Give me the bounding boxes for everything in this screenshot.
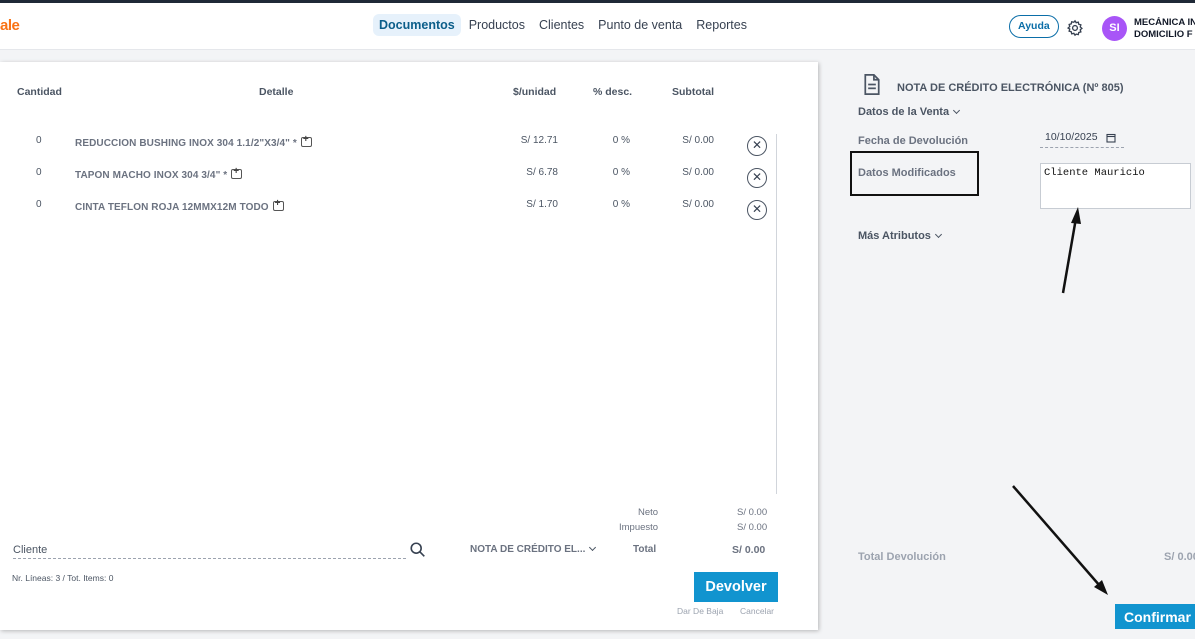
row-detail: CINTA TEFLON ROJA 12MMX12M TODO: [75, 198, 284, 213]
company-line-1: MECÁNICA IN: [1134, 17, 1195, 28]
chevron-down-icon: [953, 106, 961, 115]
remove-row-icon[interactable]: ✕: [747, 168, 767, 188]
confirmar-button[interactable]: Confirmar: [1115, 604, 1195, 629]
neto-value: S/ 0.00: [737, 507, 768, 518]
arrow-to-textarea: [1061, 207, 1081, 294]
table-row[interactable]: 0 TAPON MACHO INOX 304 3/4" * S/ 6.78 0 …: [0, 166, 818, 195]
total-label: Total: [633, 544, 657, 555]
datos-modificados-label: Datos Modificados: [858, 167, 956, 179]
total-value: S/ 0.00: [732, 544, 766, 556]
row-discount[interactable]: 0 %: [613, 135, 630, 146]
main-nav: Documentos Productos Clientes Punto de v…: [373, 14, 753, 36]
row-detail-text: CINTA TEFLON ROJA 12MMX12M TODO: [75, 202, 269, 213]
document-type-select[interactable]: NOTA DE CRÉDITO EL...: [470, 543, 597, 555]
document-type-value: NOTA DE CRÉDITO EL...: [470, 544, 586, 555]
nav-reportes[interactable]: Reportes: [690, 14, 753, 36]
row-unit-price: S/ 1.70: [526, 199, 558, 210]
row-subtotal: S/ 0.00: [682, 135, 714, 146]
scroll-track[interactable]: [776, 134, 777, 494]
nav-documentos[interactable]: Documentos: [373, 14, 461, 36]
client-search-input[interactable]: [13, 541, 406, 559]
row-discount[interactable]: 0 %: [613, 199, 630, 210]
add-note-icon[interactable]: [300, 134, 312, 147]
document-panel: Cantidad Detalle $/unidad % desc. Subtot…: [0, 62, 818, 630]
help-button[interactable]: Ayuda: [1009, 15, 1059, 38]
company-name: MECÁNICA IN DOMICILIO F: [1134, 17, 1195, 41]
row-qty[interactable]: 0: [36, 167, 42, 178]
row-subtotal: S/ 0.00: [682, 167, 714, 178]
add-note-icon[interactable]: [272, 198, 284, 211]
gear-icon[interactable]: [1066, 19, 1084, 37]
dar-de-baja-link[interactable]: Dar De Baja: [677, 606, 723, 616]
arrow-to-confirmar: [1012, 485, 1108, 595]
app-logo[interactable]: ale: [0, 17, 20, 34]
nav-punto-de-venta[interactable]: Punto de venta: [592, 14, 688, 36]
total-devolucion-label: Total Devolución: [858, 551, 946, 563]
datos-modificados-textarea[interactable]: Cliente Mauricio: [1040, 163, 1191, 209]
document-icon: [864, 74, 880, 95]
devolver-button[interactable]: Devolver: [694, 572, 778, 602]
top-bar: ale Documentos Productos Clientes Punto …: [0, 0, 1195, 50]
row-qty[interactable]: 0: [36, 135, 42, 146]
neto-label: Neto: [638, 507, 659, 518]
col-header-qty: Cantidad: [17, 86, 62, 98]
chevron-down-icon: [589, 543, 597, 552]
total-devolucion-value: S/ 0.00: [1164, 551, 1195, 563]
add-note-icon[interactable]: [231, 166, 243, 179]
search-icon[interactable]: [409, 541, 427, 559]
calendar-icon[interactable]: [1106, 133, 1116, 143]
row-subtotal: S/ 0.00: [682, 199, 714, 210]
nav-productos[interactable]: Productos: [463, 14, 531, 36]
impuesto-value: S/ 0.00: [737, 522, 768, 533]
cancelar-link[interactable]: Cancelar: [740, 606, 774, 616]
fecha-devolucion-label: Fecha de Devolución: [858, 135, 969, 147]
col-header-unit: $/unidad: [513, 86, 557, 98]
row-unit-price: S/ 12.71: [520, 135, 558, 146]
impuesto-label: Impuesto: [619, 522, 659, 533]
row-detail-text: REDUCCION BUSHING INOX 304 1.1/2"X3/4" *: [75, 138, 297, 149]
chevron-down-icon: [934, 230, 942, 239]
row-detail-text: TAPON MACHO INOX 304 3/4" *: [75, 170, 228, 181]
document-title: NOTA DE CRÉDITO ELECTRÓNICA (Nº 805): [897, 82, 1124, 94]
col-header-detail: Detalle: [259, 86, 294, 98]
row-qty[interactable]: 0: [36, 199, 42, 210]
company-line-2: DOMICILIO F: [1134, 29, 1193, 40]
row-detail: REDUCCION BUSHING INOX 304 1.1/2"X3/4" *: [75, 134, 312, 149]
row-unit-price: S/ 6.78: [526, 167, 558, 178]
datos-venta-label: Datos de la Venta: [858, 106, 950, 118]
mas-atributos-label: Más Atributos: [858, 230, 931, 242]
remove-row-icon[interactable]: ✕: [747, 200, 767, 220]
row-detail: TAPON MACHO INOX 304 3/4" *: [75, 166, 243, 181]
nav-clientes[interactable]: Clientes: [533, 14, 590, 36]
col-header-discount: % desc.: [593, 86, 633, 98]
table-row[interactable]: 0 REDUCCION BUSHING INOX 304 1.1/2"X3/4"…: [0, 134, 818, 163]
datos-venta-toggle[interactable]: Datos de la Venta: [858, 106, 961, 118]
remove-row-icon[interactable]: ✕: [747, 136, 767, 156]
lines-info: Nr. Líneas: 3 / Tot. Items: 0: [12, 573, 114, 583]
table-row[interactable]: 0 CINTA TEFLON ROJA 12MMX12M TODO S/ 1.7…: [0, 198, 818, 227]
col-header-subtotal: Subtotal: [672, 86, 714, 98]
avatar[interactable]: SI: [1102, 16, 1127, 41]
row-discount[interactable]: 0 %: [613, 167, 630, 178]
mas-atributos-toggle[interactable]: Más Atributos: [858, 230, 942, 242]
